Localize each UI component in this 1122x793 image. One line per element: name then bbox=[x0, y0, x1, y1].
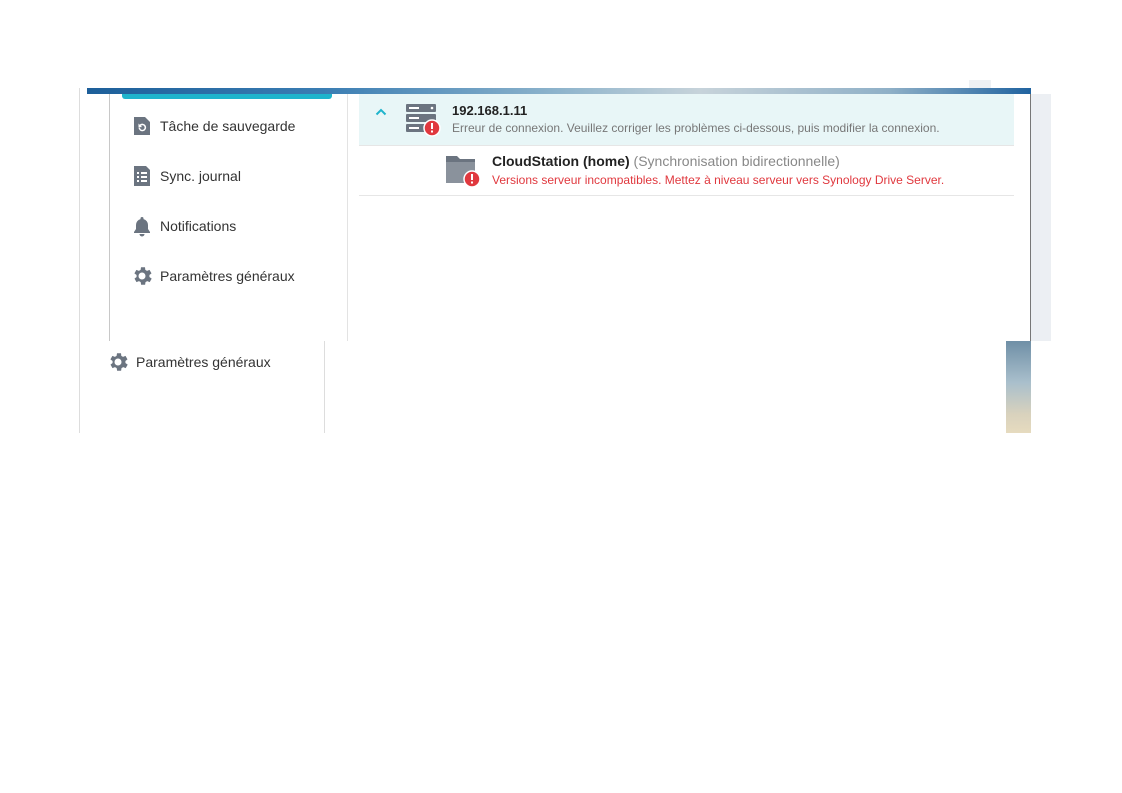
sidebar-item-backup-task[interactable]: Tâche de sauvegarde bbox=[130, 111, 295, 141]
sidebar-item-general-settings[interactable]: Paramètres généraux bbox=[130, 261, 295, 291]
sync-task-name: CloudStation (home) bbox=[492, 153, 630, 169]
background-general-settings-item[interactable]: Paramètres généraux bbox=[105, 348, 271, 376]
sync-task-title: CloudStation (home) (Synchronisation bid… bbox=[492, 153, 840, 169]
sidebar-item-sync-journal[interactable]: Sync. journal bbox=[130, 161, 241, 191]
sidebar-item-notifications[interactable]: Notifications bbox=[130, 211, 236, 241]
sidebar-item-label: Notifications bbox=[160, 218, 237, 234]
connection-error-message: Erreur de connexion. Veuillez corriger l… bbox=[452, 121, 940, 135]
sidebar: Tâche de sauvegarde Sync. journal Notifi… bbox=[109, 94, 348, 341]
log-icon bbox=[130, 164, 154, 188]
gear-icon bbox=[105, 349, 131, 375]
backup-task-icon bbox=[130, 114, 154, 138]
sync-task-mode: (Synchronisation bidirectionnelle) bbox=[633, 153, 840, 169]
connection-row[interactable]: 192.168.1.11 Erreur de connexion. Veuill… bbox=[359, 94, 1014, 146]
sidebar-item-label: Tâche de sauvegarde bbox=[160, 118, 296, 134]
collapse-chevron-icon[interactable] bbox=[373, 104, 389, 120]
sidebar-active-indicator bbox=[122, 94, 332, 99]
gear-icon bbox=[130, 264, 154, 288]
sync-client-window: Tâche de sauvegarde Sync. journal Notifi… bbox=[87, 88, 1031, 341]
folder-error-icon bbox=[445, 153, 483, 189]
background-landscape bbox=[1006, 341, 1031, 433]
sidebar-item-label: Paramètres généraux bbox=[160, 268, 295, 284]
server-error-icon bbox=[404, 102, 442, 138]
background-general-settings-label: Paramètres généraux bbox=[136, 354, 271, 370]
window-right-border bbox=[1030, 94, 1031, 341]
background-grey-panel bbox=[1031, 94, 1051, 341]
sync-task-row[interactable]: CloudStation (home) (Synchronisation bid… bbox=[359, 145, 1014, 196]
bell-icon bbox=[130, 214, 154, 238]
sync-task-error-message: Versions serveur incompatibles. Mettez à… bbox=[492, 173, 945, 187]
sidebar-item-label: Sync. journal bbox=[160, 168, 241, 184]
server-address: 192.168.1.11 bbox=[452, 103, 528, 118]
